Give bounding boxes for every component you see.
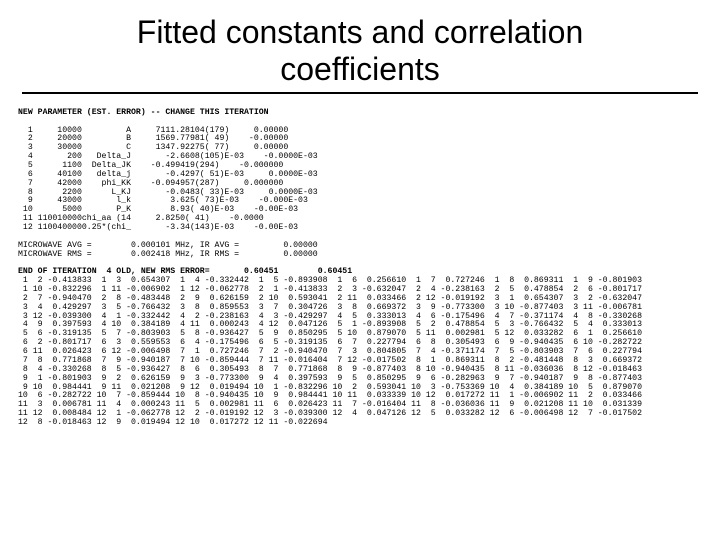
end-iteration-line: END OF ITERATION 4 OLD, NEW RMS ERROR= 0… bbox=[18, 267, 352, 276]
mw-rms-line: MICROWAVE RMS = 0.002418 MHz, IR RMS = 0… bbox=[18, 250, 318, 259]
text-body: NEW PARAMETER (EST. ERROR) -- CHANGE THI… bbox=[0, 94, 720, 437]
mw-avg-line: MICROWAVE AVG = 0.000101 MHz, IR AVG = 0… bbox=[18, 241, 318, 250]
parameters-header: NEW PARAMETER (EST. ERROR) -- CHANGE THI… bbox=[18, 108, 269, 117]
page-title: Fitted constants and correlation coeffic… bbox=[22, 0, 698, 94]
correlation-rows: 1 2 -0.413833 1 3 0.654307 1 4 -0.332442… bbox=[18, 276, 642, 427]
param-rows: 1 10000 A 7111.28104(179) 0.00000 2 2000… bbox=[18, 126, 318, 232]
